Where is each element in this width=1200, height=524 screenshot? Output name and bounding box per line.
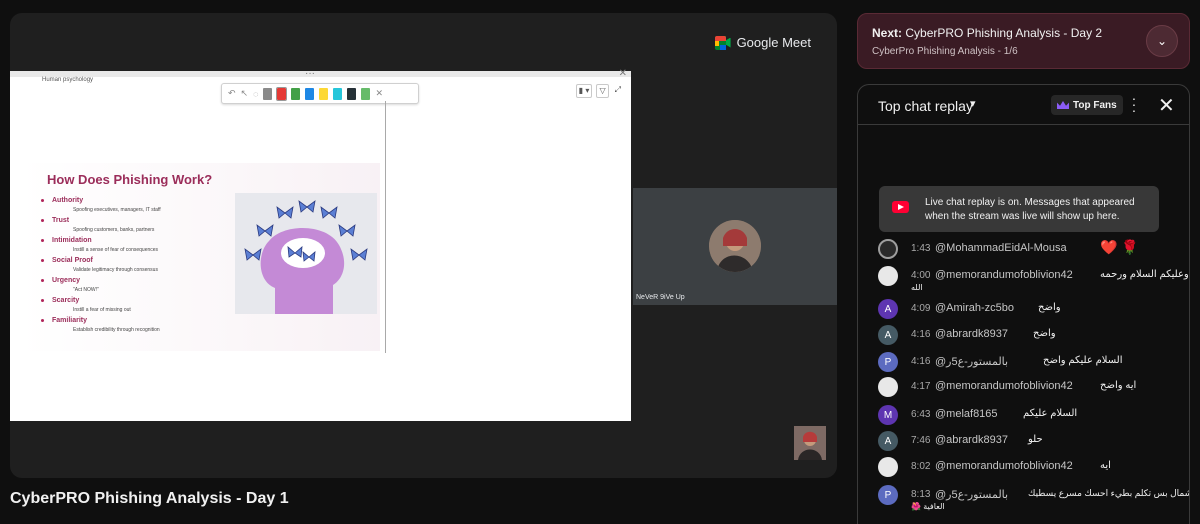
google-meet-logo: Google Meet	[714, 35, 811, 50]
chevron-down-icon[interactable]: ▾	[970, 97, 976, 110]
page-menu-icon[interactable]: ▮ ▾	[575, 84, 593, 98]
highlighter-yellow-icon[interactable]	[319, 87, 329, 100]
window-titlebar	[10, 71, 631, 77]
avatar[interactable]: A	[878, 325, 898, 345]
chat-message: 8:02 @memorandumofoblivion42 ايه	[878, 457, 1178, 479]
highlighter-green-icon[interactable]	[361, 87, 371, 100]
close-toolbar-icon[interactable]: ✕	[375, 88, 383, 99]
lasso-icon[interactable]: ◌	[253, 89, 258, 99]
drag-handle-icon[interactable]: ···	[305, 68, 315, 79]
crown-icon	[1057, 101, 1069, 109]
chat-message: 4:00 @memorandumofoblivion42 وعليكم السل…	[878, 266, 1189, 292]
participant-name: NeVeR 9iVe Up	[636, 294, 685, 301]
close-icon[interactable]: ✕	[1158, 93, 1175, 118]
bullet-item: Authority Spoofing executives, managers,…	[41, 197, 221, 213]
slide-divider	[385, 101, 386, 353]
bullet-item: Urgency "Act NOW!"	[41, 277, 221, 293]
bullet-item: Social Proof Validate legitimacy through…	[41, 257, 221, 273]
participant-tile[interactable]: NeVeR 9iVe Up	[633, 188, 837, 305]
expand-icon[interactable]: ⤢	[613, 84, 623, 98]
video-title: CyberPRO Phishing Analysis - Day 1	[10, 490, 289, 507]
chat-message: A 7:46 @abrardk8937 حلو	[878, 431, 1178, 453]
slide-title: How Does Phishing Work?	[47, 172, 213, 187]
next-video-subtitle: CyberPro Phishing Analysis - 1/6	[872, 46, 1018, 57]
pen-black-icon[interactable]	[347, 87, 357, 100]
avatar[interactable]: A	[878, 431, 898, 451]
participant-avatar	[709, 220, 761, 272]
pen-blue-icon[interactable]	[305, 87, 315, 100]
avatar[interactable]	[878, 457, 898, 477]
shared-screen: ··· ✕ Human psychology ↶ ↖ ◌ ✕ ▮ ▾ ▽ ⤢ H…	[10, 68, 631, 421]
avatar[interactable]	[878, 239, 898, 259]
filter-icon[interactable]: ▽	[596, 84, 609, 98]
head-butterflies-illustration	[235, 193, 377, 314]
next-video-title: Next: CyberPRO Phishing Analysis - Day 2	[872, 26, 1103, 40]
bullet-item: Trust Spoofing customers, banks, partner…	[41, 217, 221, 233]
replay-notice: Live chat replay is on. Messages that ap…	[879, 186, 1159, 232]
chat-message: 4:17 @memorandumofoblivion42 ايه واضح	[878, 377, 1178, 399]
presentation-slide: How Does Phishing Work? Authority Spoofi…	[20, 163, 380, 351]
chat-message: A 4:09 @Amirah-zc5bo واضح	[878, 299, 1178, 321]
bullet-item: Familiarity Establish credibility throug…	[41, 317, 221, 333]
bullet-item: Intimidation Instill a sense of fear of …	[41, 237, 221, 253]
pen-gray-icon[interactable]	[263, 87, 273, 100]
bullet-list: Authority Spoofing executives, managers,…	[41, 197, 221, 337]
youtube-icon	[892, 201, 909, 213]
avatar[interactable]	[878, 377, 898, 397]
previous-slide-text: Human psychology	[42, 77, 94, 83]
avatar[interactable]: P	[878, 485, 898, 505]
chat-message: P 8:13 @بالمستور-ع5ر شمال بس تكلم بطيء ا…	[878, 485, 1189, 511]
avatar[interactable]	[878, 266, 898, 286]
pen-green-icon[interactable]	[291, 87, 301, 100]
top-fans-button[interactable]: Top Fans	[1051, 95, 1123, 115]
undo-icon[interactable]: ↶	[228, 88, 236, 99]
chat-message: M 6:43 @melaf8165 السلام عليكم	[878, 405, 1178, 427]
avatar[interactable]: P	[878, 352, 898, 372]
pointer-icon[interactable]: ↖	[241, 88, 249, 99]
bullet-item: Scarcity Instill a fear of missing out	[41, 297, 221, 313]
chat-message: 1:43 @MohammadEidAl-Mousa ❤️ 🌹	[878, 239, 1178, 261]
chat-header: Top chat replay ▾ Top Fans · · · ✕	[858, 85, 1189, 125]
chevron-down-icon: ⌄	[1156, 34, 1168, 48]
meet-camera-icon	[714, 35, 731, 50]
chat-message: A 4:16 @abrardk8937 واضح	[878, 325, 1178, 347]
more-options-icon[interactable]: · · ·	[1131, 91, 1137, 117]
pen-red-icon[interactable]	[276, 86, 288, 101]
avatar[interactable]: M	[878, 405, 898, 425]
expand-playlist-button[interactable]: ⌄	[1146, 25, 1178, 57]
chat-mode-selector[interactable]: Top chat replay	[878, 98, 973, 114]
drawing-toolbar[interactable]: ↶ ↖ ◌ ✕	[221, 83, 419, 104]
avatar[interactable]: A	[878, 299, 898, 319]
chat-message: P 4:16 @بالمستور-ع5ر السلام عليكم واضح	[878, 352, 1178, 374]
self-view-thumbnail[interactable]	[794, 426, 826, 460]
video-player[interactable]: Google Meet ··· ✕ Human psychology ↶ ↖ ◌…	[10, 13, 837, 478]
close-icon[interactable]: ✕	[619, 68, 627, 79]
highlighter-cyan-icon[interactable]	[333, 87, 343, 100]
view-tools: ▮ ▾ ▽ ⤢	[575, 84, 623, 98]
next-video-card[interactable]: Next: CyberPRO Phishing Analysis - Day 2…	[857, 13, 1190, 69]
chat-panel: Top chat replay ▾ Top Fans · · · ✕ Live ch…	[857, 84, 1190, 524]
